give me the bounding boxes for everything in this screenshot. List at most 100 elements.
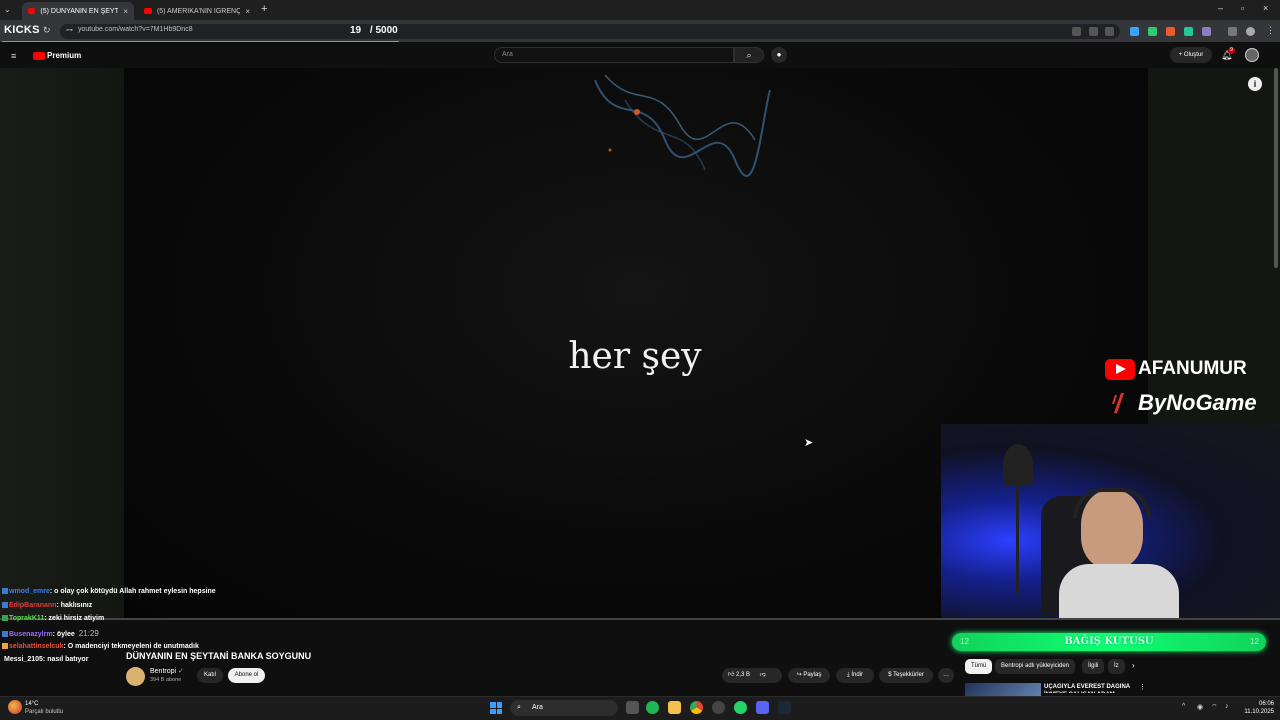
channel-watermark-text: AFANUMUR xyxy=(1138,358,1247,379)
youtube-favicon-icon xyxy=(144,8,152,14)
close-window-icon[interactable]: × xyxy=(1263,3,1268,13)
like-icon[interactable]: 👍︎ xyxy=(728,672,734,678)
weather-widget[interactable]: 14°C Parçalı bulutlu xyxy=(25,700,63,716)
extension-icon[interactable] xyxy=(1130,27,1139,36)
close-tab-icon[interactable]: × xyxy=(245,7,250,16)
chrome-icon[interactable] xyxy=(690,701,703,714)
microphone-icon: ● xyxy=(776,50,782,59)
system-clock[interactable]: 06:06 11.10.2025 xyxy=(1240,700,1274,716)
url-text[interactable]: youtube.com/watch?v=7M1Hb9Dnc8 xyxy=(78,26,193,33)
hamburger-menu-icon[interactable]: ≡ xyxy=(11,51,16,61)
reload-icon[interactable]: ↻ xyxy=(43,25,51,36)
create-button[interactable]: + Oluştur xyxy=(1170,47,1212,63)
youtube-premium-logo[interactable]: Premium xyxy=(47,51,81,60)
channel-avatar[interactable] xyxy=(126,667,145,686)
search-input[interactable]: Ara xyxy=(494,47,734,63)
weather-icon[interactable] xyxy=(8,700,22,714)
share-button[interactable]: ↪ Paylaş xyxy=(788,668,830,683)
chat-badge-icon xyxy=(2,602,8,609)
rec-tab-all[interactable]: Tümü xyxy=(965,659,993,674)
clock-time: 06:06 xyxy=(1258,701,1274,707)
chat-user: selahattinselcuk xyxy=(9,643,64,650)
verified-badge-icon: ✓ xyxy=(178,668,184,675)
tab-video-2[interactable]: (5) AMERİKA'NIN İĞRENÇ S*KS × xyxy=(138,2,256,20)
rec-tab-more[interactable]: İz xyxy=(1108,659,1125,674)
more-actions-button[interactable]: … xyxy=(938,668,954,683)
notification-count-badge: 9 xyxy=(1228,47,1235,54)
rec-video-title[interactable]: UÇAĞIYLA EVEREST DAĞINA İNMEYE ÇALIŞAN A… xyxy=(1044,683,1134,693)
tab-search-icon[interactable]: ⌄ xyxy=(4,5,11,14)
close-tab-icon[interactable]: × xyxy=(123,7,128,16)
thanks-button[interactable]: $ Teşekkürler xyxy=(879,668,933,683)
search-button[interactable]: ⌕ xyxy=(734,47,764,63)
rec-more-icon[interactable]: ⋮ xyxy=(1139,683,1146,691)
rec-video-title-text: UÇAĞIYLA EVEREST DAĞINA İNMEYE ÇALIŞAN A… xyxy=(1044,684,1130,693)
zoom-icon[interactable] xyxy=(1089,27,1098,36)
omnibox[interactable] xyxy=(60,24,1120,39)
new-tab-icon[interactable]: + xyxy=(261,3,267,15)
youtube-play-icon xyxy=(1105,358,1135,380)
video-subtitle: her şey xyxy=(568,336,702,377)
wifi-icon[interactable]: ⌔ xyxy=(1211,703,1218,712)
share-label: Paylaş xyxy=(803,672,822,678)
page-scrollbar[interactable] xyxy=(1274,68,1278,268)
tab-label: (5) DÜNYANIN EN ŞEYTANİ BAN xyxy=(40,7,119,15)
extension-icon[interactable] xyxy=(1148,27,1157,36)
webcam-feed xyxy=(941,424,1280,618)
whatsapp-icon[interactable] xyxy=(734,701,747,714)
chat-timestamp: 21:29 xyxy=(78,629,99,638)
minimize-icon[interactable]: – xyxy=(1218,3,1223,13)
taskbar-search-input[interactable]: ⌕ Ara xyxy=(510,700,618,716)
spotify-icon[interactable] xyxy=(646,701,659,714)
tab-video-1[interactable]: (5) DÜNYANIN EN ŞEYTANİ BAN × xyxy=(22,2,134,20)
search-icon: ⌕ xyxy=(746,50,752,60)
extension-icon[interactable] xyxy=(1166,27,1175,36)
kick-counter: 19 / 5000 xyxy=(350,25,398,36)
join-button[interactable]: Katıl xyxy=(197,668,223,683)
extension-icon[interactable] xyxy=(1184,27,1193,36)
taskbar-search-label: Ara xyxy=(532,704,543,711)
cast-icon[interactable] xyxy=(1072,27,1081,36)
app-icon[interactable] xyxy=(712,701,725,714)
profile-icon[interactable] xyxy=(1228,27,1237,36)
task-view-icon[interactable] xyxy=(626,701,639,714)
volume-icon[interactable]: ♪ xyxy=(1225,703,1229,710)
info-icon[interactable]: i xyxy=(1248,77,1262,91)
subscriber-count: 394 B abone xyxy=(150,677,182,683)
bookmark-star-icon[interactable] xyxy=(1105,27,1114,36)
like-count[interactable]: 2,3 B xyxy=(736,672,750,678)
video-progress-bar[interactable] xyxy=(0,618,1280,620)
mouse-cursor-icon: ➤ xyxy=(804,437,814,449)
taskbar-search-icon: ⌕ xyxy=(517,704,521,711)
channel-name-text: Bentropi xyxy=(150,668,177,675)
subscribe-button[interactable]: Abone ol xyxy=(228,668,265,683)
site-info-icon[interactable]: ⊶ xyxy=(66,26,73,34)
rec-tab-related[interactable]: İlgili xyxy=(1082,659,1105,674)
chevron-right-icon[interactable]: › xyxy=(1132,661,1135,670)
dislike-icon[interactable]: 👎︎ xyxy=(760,672,766,678)
browser-menu-icon[interactable]: ⋮ xyxy=(1266,25,1275,36)
steam-icon[interactable] xyxy=(778,701,791,714)
youtube-logo-icon[interactable] xyxy=(33,52,45,60)
thanks-label: Teşekkürler xyxy=(893,672,924,678)
bynogame-logo-icon xyxy=(1112,393,1124,413)
account-avatar[interactable] xyxy=(1245,48,1259,62)
avatar-icon[interactable] xyxy=(1246,27,1255,36)
channel-name[interactable]: Bentropi ✓ xyxy=(150,667,184,675)
windows-start-icon[interactable] xyxy=(490,702,502,714)
download-button[interactable]: ⤓ İndir xyxy=(836,668,874,683)
discord-icon[interactable] xyxy=(756,701,769,714)
create-label: Oluştur xyxy=(1183,52,1204,58)
voice-search-button[interactable]: ● xyxy=(771,47,787,63)
file-explorer-icon[interactable] xyxy=(668,701,681,714)
tray-app-icon[interactable]: ◉ xyxy=(1197,703,1203,711)
tray-chevron-icon[interactable]: ^ xyxy=(1182,703,1185,710)
donation-box-label: BAĞIŞ KUTUSU xyxy=(1064,636,1154,647)
chat-user: ToprakK11 xyxy=(9,615,45,622)
restore-icon[interactable]: ▫ xyxy=(1241,3,1244,13)
chat-badge-icon xyxy=(2,588,8,595)
channel-watermark: AFANUMUR xyxy=(1105,358,1247,380)
extension-icon[interactable] xyxy=(1202,27,1211,36)
share-icon: ↪ xyxy=(796,672,802,678)
rec-tab-uploader[interactable]: Bentropi adlı yükleyiciden xyxy=(995,659,1076,674)
